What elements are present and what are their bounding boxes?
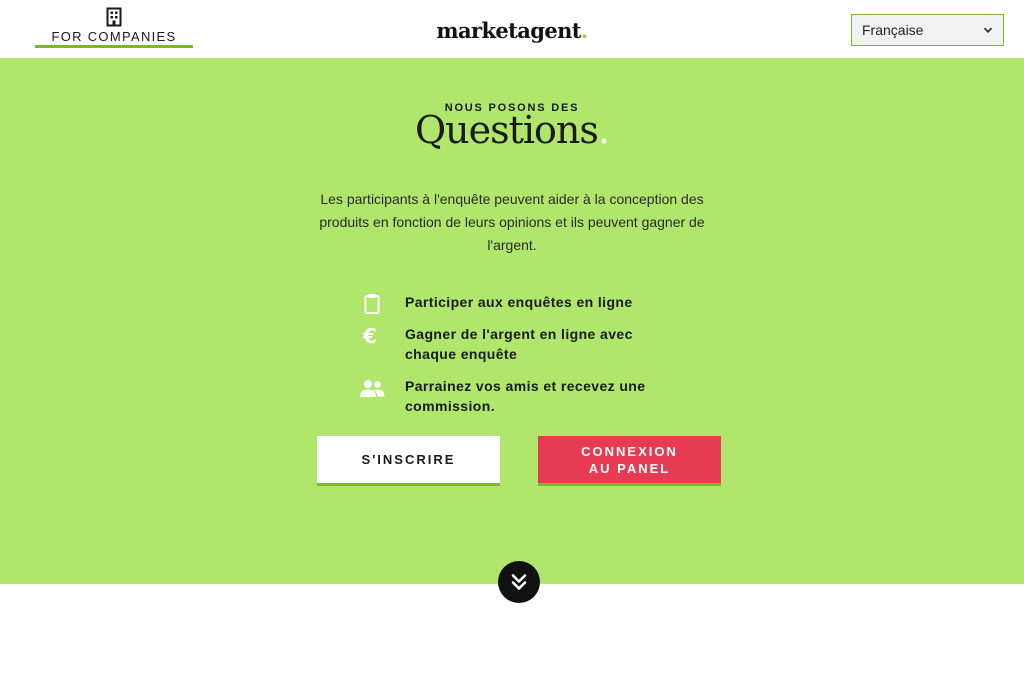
clipboard-icon xyxy=(364,294,380,314)
feature-list: Participer aux enquêtes en ligne € Gagne… xyxy=(358,292,688,428)
feature-text: Gagner de l'argent en ligne avec chaque … xyxy=(405,326,633,362)
register-button[interactable]: S'INSCRIRE xyxy=(317,436,500,486)
svg-text:€: € xyxy=(362,324,377,348)
hero-title-dot: . xyxy=(597,108,610,152)
feature-text: Participer aux enquêtes en ligne xyxy=(405,294,633,310)
site-header: FOR COMPANIES marketagent. Française xyxy=(0,0,1024,58)
hero-title: Questions. xyxy=(0,108,1024,152)
double-chevron-down-icon xyxy=(511,574,527,590)
hero-description: Les participants à l'enquête peuvent aid… xyxy=(319,191,705,253)
logo-dot: . xyxy=(580,18,588,43)
language-select-value: Française xyxy=(862,22,924,38)
panel-login-button[interactable]: CONNEXION AU PANEL xyxy=(538,436,721,486)
feature-item: Parrainez vos amis et recevez une commis… xyxy=(358,376,688,416)
scroll-down-button[interactable] xyxy=(498,561,540,603)
euro-icon: € xyxy=(362,324,377,348)
users-icon xyxy=(360,380,385,397)
logo-text: marketagent xyxy=(436,18,581,43)
hero-section: NOUS POSONS DES Questions. Les participa… xyxy=(0,58,1024,584)
hero-title-text: Questions xyxy=(415,108,599,152)
language-select[interactable]: Française xyxy=(851,14,1004,46)
feature-text: Parrainez vos amis et recevez une commis… xyxy=(405,378,646,414)
feature-item: Participer aux enquêtes en ligne xyxy=(358,292,688,314)
feature-item: € Gagner de l'argent en ligne avec chaqu… xyxy=(358,324,688,364)
chevron-down-icon xyxy=(983,27,993,33)
